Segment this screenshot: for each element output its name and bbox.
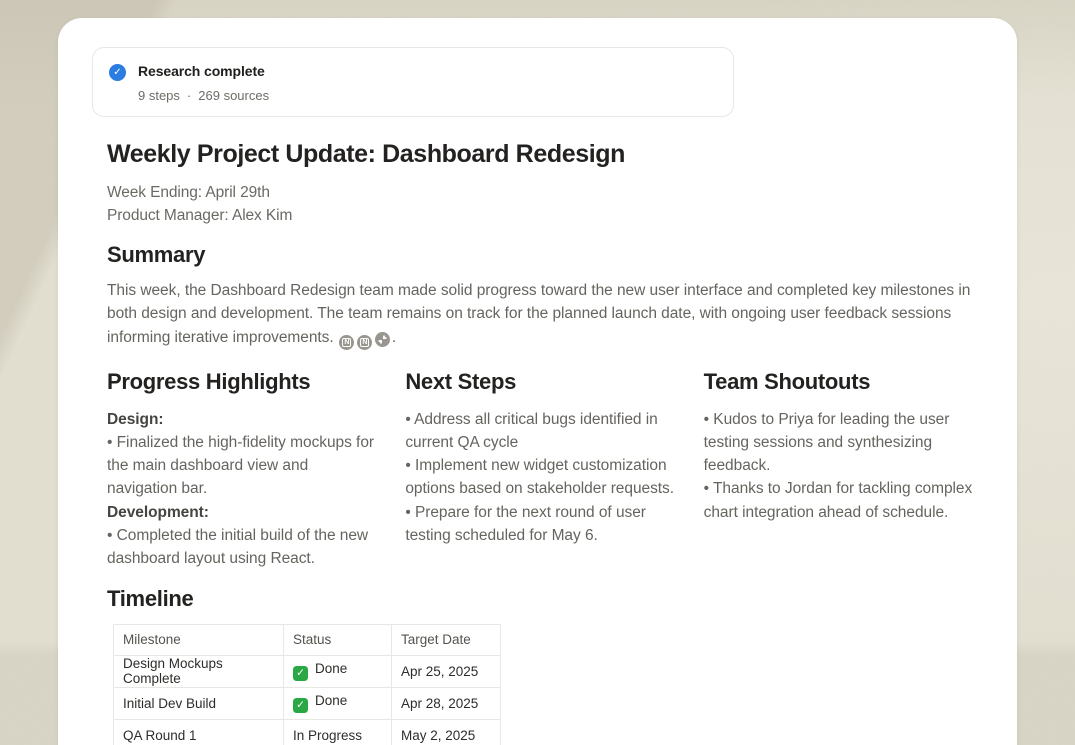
green-check-icon: ✓ bbox=[293, 698, 308, 713]
bullet-item: • Thanks to Jordan for tackling complex … bbox=[704, 477, 975, 524]
meta-separator: · bbox=[187, 88, 191, 103]
summary-trailing-period: . bbox=[392, 329, 396, 346]
column-header-status: Status bbox=[284, 624, 392, 655]
steps-count: 9 steps bbox=[138, 88, 180, 103]
bullet-item: • Completed the initial build of the new… bbox=[107, 524, 378, 571]
timeline-table: Milestone Status Target Date Design Mock… bbox=[113, 624, 501, 745]
column-next-steps: Next Steps • Address all critical bugs i… bbox=[405, 368, 676, 571]
summary-paragraph: This week, the Dashboard Redesign team m… bbox=[107, 279, 975, 350]
green-check-icon: ✓ bbox=[293, 666, 308, 681]
progress-highlights-heading: Progress Highlights bbox=[107, 368, 378, 395]
meta-week-ending: Week Ending: April 29th bbox=[107, 181, 975, 204]
column-header-target-date: Target Date bbox=[392, 624, 501, 655]
table-header-row: Milestone Status Target Date bbox=[114, 624, 501, 655]
timeline-heading: Timeline bbox=[107, 585, 975, 612]
column-header-milestone: Milestone bbox=[114, 624, 284, 655]
milestone-cell: QA Round 1 bbox=[114, 719, 284, 745]
bullet-item: • Kudos to Priya for leading the user te… bbox=[704, 408, 975, 478]
table-row: Design Mockups Complete ✓Done Apr 25, 20… bbox=[114, 655, 501, 687]
target-date-cell: Apr 25, 2025 bbox=[392, 655, 501, 687]
table-row: Initial Dev Build ✓Done Apr 28, 2025 bbox=[114, 687, 501, 719]
sources-count: 269 sources bbox=[198, 88, 269, 103]
notion-citation-icon[interactable]: N bbox=[339, 335, 354, 350]
target-date-cell: May 2, 2025 bbox=[392, 719, 501, 745]
check-circle-icon: ✓ bbox=[109, 64, 126, 81]
status-cell: In Progress bbox=[284, 719, 392, 745]
development-label: Development: bbox=[107, 501, 378, 524]
team-shoutouts-heading: Team Shoutouts bbox=[704, 368, 975, 395]
research-status-banner[interactable]: ✓ Research complete 9 steps · 269 source… bbox=[92, 47, 734, 117]
bullet-item: • Prepare for the next round of user tes… bbox=[405, 501, 676, 548]
bullet-item: • Implement new widget customization opt… bbox=[405, 454, 676, 501]
document-body: Weekly Project Update: Dashboard Redesig… bbox=[107, 139, 975, 745]
milestone-cell: Design Mockups Complete bbox=[114, 655, 284, 687]
research-status-title: Research complete bbox=[138, 63, 265, 79]
page-title: Weekly Project Update: Dashboard Redesig… bbox=[107, 139, 975, 169]
research-status-meta: 9 steps · 269 sources bbox=[138, 88, 269, 103]
status-cell: ✓Done bbox=[284, 687, 392, 719]
document-card: ✓ Research complete 9 steps · 269 source… bbox=[58, 18, 1017, 745]
column-progress-highlights: Progress Highlights Design: • Finalized … bbox=[107, 368, 378, 571]
meta-product-manager: Product Manager: Alex Kim bbox=[107, 204, 975, 227]
notion-citation-icon[interactable]: N bbox=[357, 335, 372, 350]
slack-citation-icon[interactable] bbox=[375, 332, 390, 347]
table-row: QA Round 1 In Progress May 2, 2025 bbox=[114, 719, 501, 745]
milestone-cell: Initial Dev Build bbox=[114, 687, 284, 719]
summary-heading: Summary bbox=[107, 241, 975, 268]
three-column-section: Progress Highlights Design: • Finalized … bbox=[107, 368, 975, 571]
bullet-item: • Finalized the high-fidelity mockups fo… bbox=[107, 431, 378, 501]
summary-text: This week, the Dashboard Redesign team m… bbox=[107, 282, 970, 346]
status-cell: ✓Done bbox=[284, 655, 392, 687]
design-label: Design: bbox=[107, 408, 378, 431]
column-team-shoutouts: Team Shoutouts • Kudos to Priya for lead… bbox=[704, 368, 975, 571]
next-steps-heading: Next Steps bbox=[405, 368, 676, 395]
target-date-cell: Apr 28, 2025 bbox=[392, 687, 501, 719]
document-meta: Week Ending: April 29th Product Manager:… bbox=[107, 181, 975, 227]
bullet-item: • Address all critical bugs identified i… bbox=[405, 408, 676, 455]
